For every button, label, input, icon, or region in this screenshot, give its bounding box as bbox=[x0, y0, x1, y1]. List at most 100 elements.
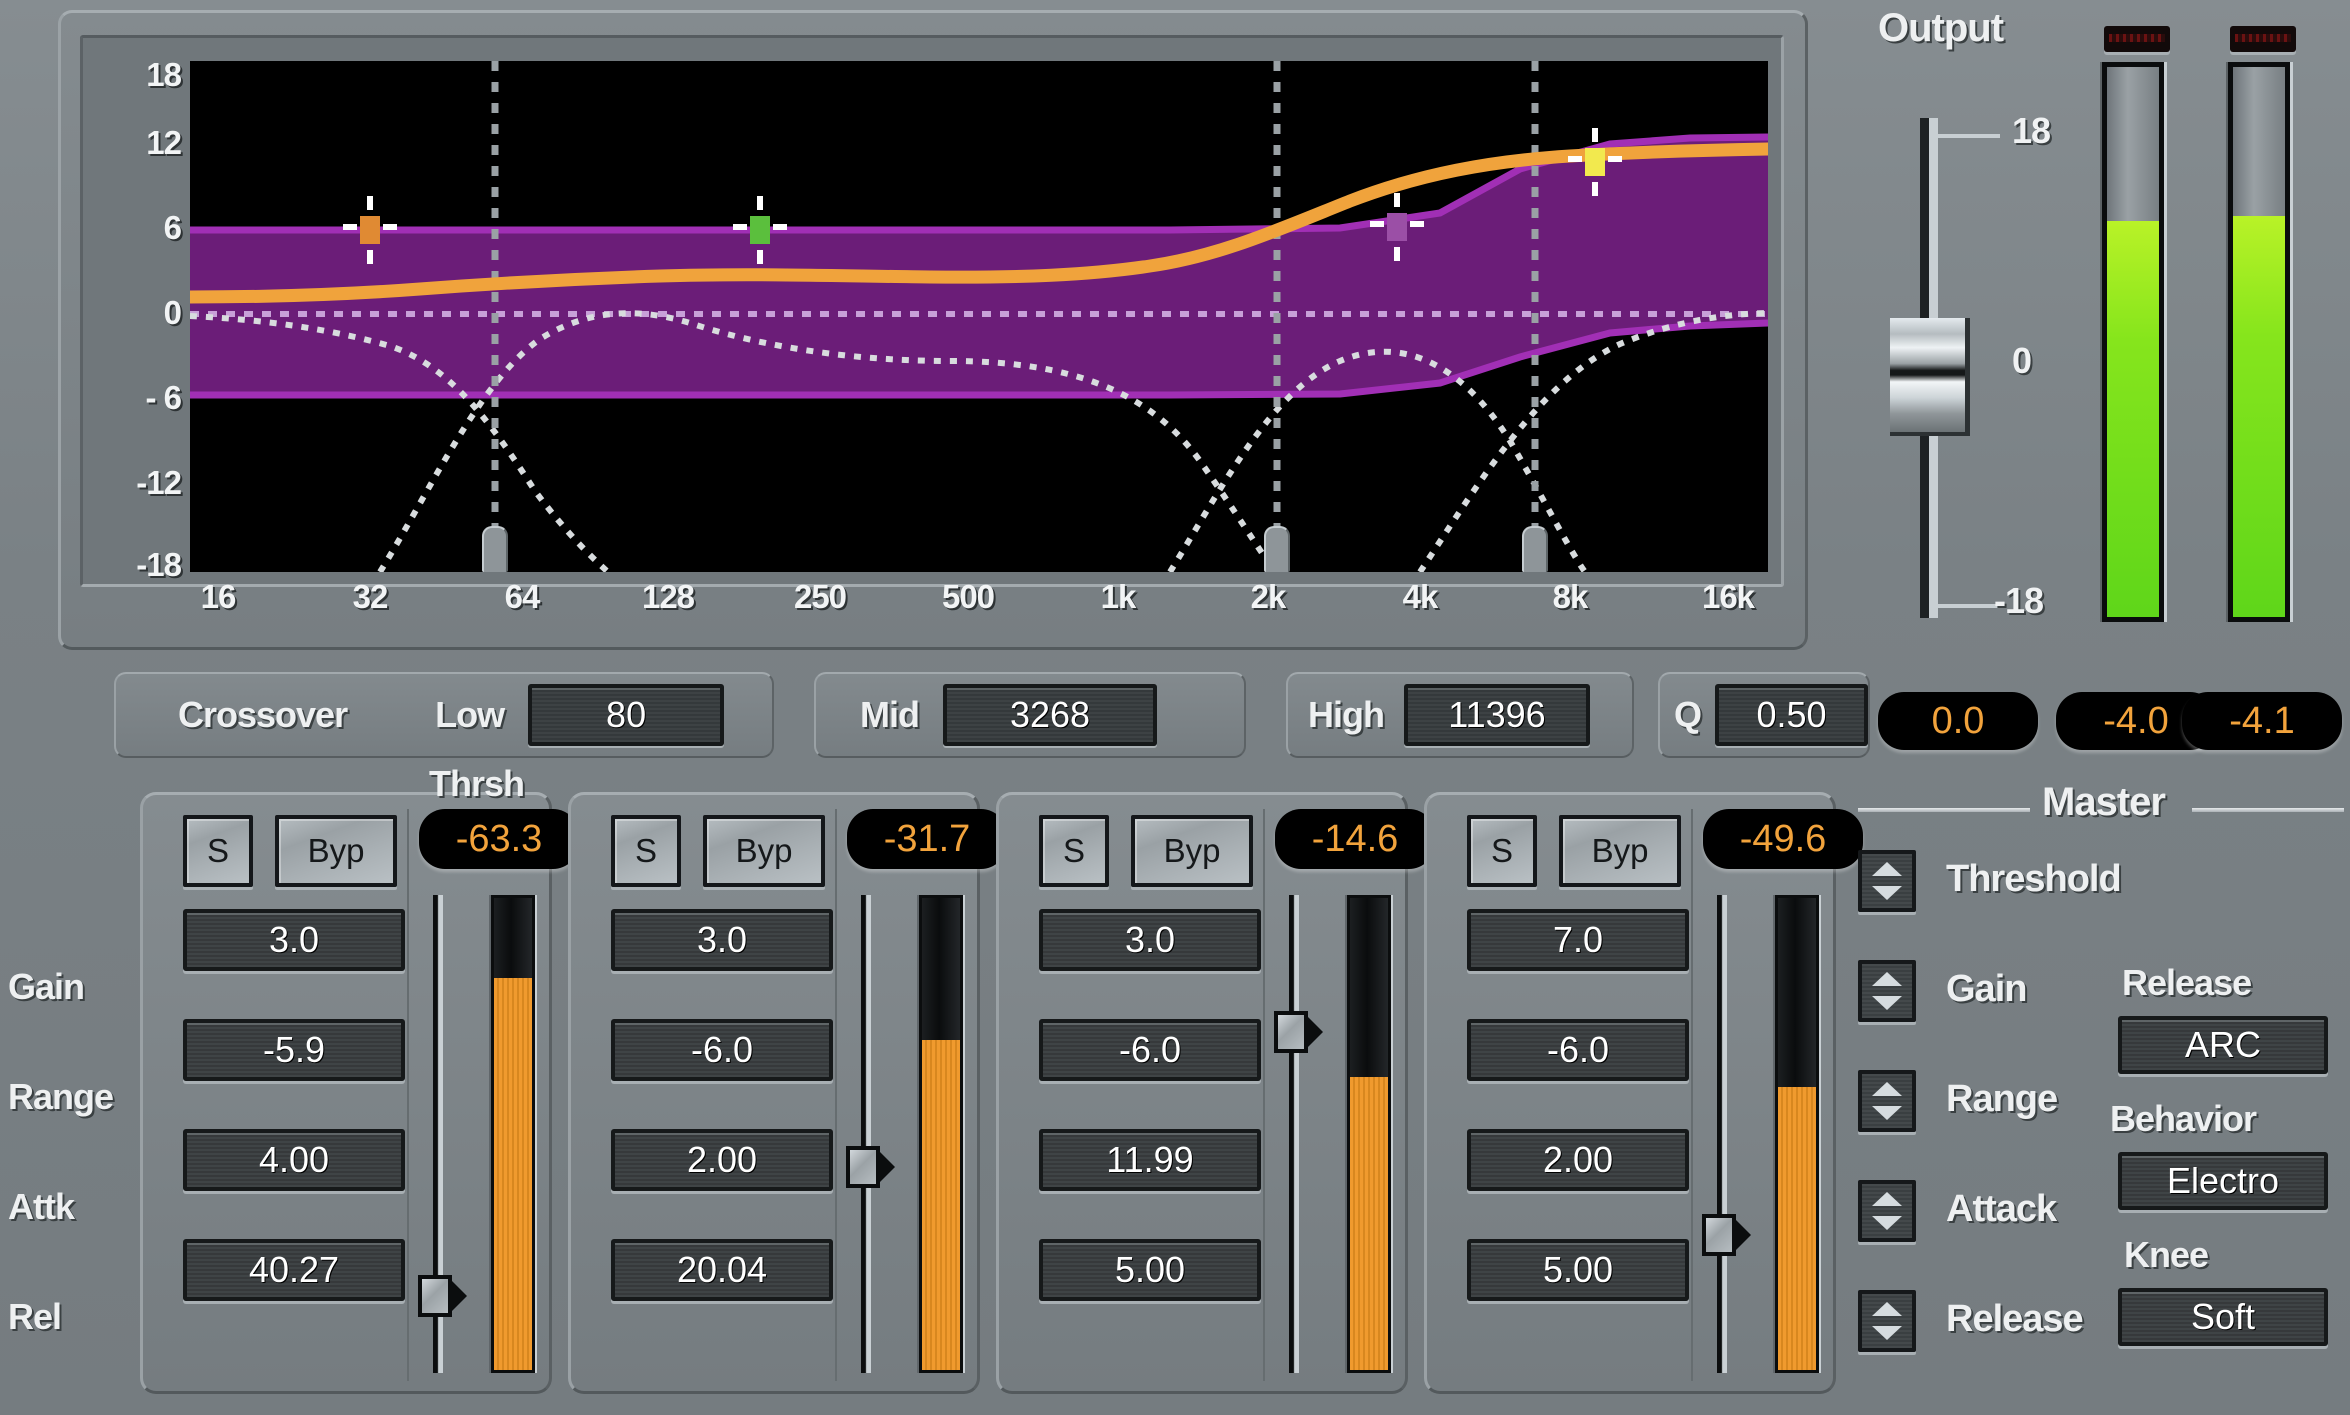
crossover-mid-value[interactable]: 3268 bbox=[942, 684, 1157, 746]
master-range-spinner[interactable] bbox=[1858, 1070, 1916, 1132]
band-3-gain-value[interactable]: 3.0 bbox=[1039, 909, 1261, 971]
meter-left-fill bbox=[2107, 221, 2159, 617]
band-4-solo-button[interactable]: S bbox=[1467, 815, 1537, 887]
band-2-range-value[interactable]: -6.0 bbox=[611, 1019, 833, 1081]
output-fader-thumb[interactable] bbox=[1890, 318, 1970, 436]
band-2-bypass-button[interactable]: Byp bbox=[703, 815, 825, 887]
knee-select[interactable]: Soft bbox=[2118, 1288, 2328, 1346]
band-4-bypass-button[interactable]: Byp bbox=[1559, 815, 1681, 887]
chevron-down-icon bbox=[1872, 1326, 1902, 1340]
node-tick-left bbox=[1568, 156, 1582, 162]
chevron-down-icon bbox=[1872, 996, 1902, 1010]
band-1-release-value[interactable]: 40.27 bbox=[183, 1239, 405, 1301]
band-3-solo-button[interactable]: S bbox=[1039, 815, 1109, 887]
crossover-low-value[interactable]: 80 bbox=[528, 684, 725, 746]
slider-thumb-pointer bbox=[1306, 1015, 1323, 1049]
output-section-title: Output bbox=[1878, 6, 2004, 50]
master-attack-spinner[interactable] bbox=[1858, 1180, 1916, 1242]
x-tick-16k: 16k bbox=[1701, 578, 1755, 615]
x-tick-2k: 2k bbox=[1250, 578, 1287, 615]
band-2-attack-value[interactable]: 2.00 bbox=[611, 1129, 833, 1191]
slider-thumb-pointer bbox=[450, 1279, 467, 1313]
master-label-threshold: Threshold bbox=[1946, 858, 2122, 900]
crossover-high-value[interactable]: 11396 bbox=[1403, 684, 1590, 746]
output-scale-tick-bottom bbox=[1938, 604, 2000, 608]
output-fader-readout[interactable]: 0.0 bbox=[1878, 692, 2038, 750]
band-1-threshold-readout[interactable]: -63.3 bbox=[419, 809, 579, 869]
band-2-gain-reduction-meter bbox=[919, 895, 963, 1373]
band-3-gain-reduction-meter bbox=[1347, 895, 1391, 1373]
band-1-bypass-button[interactable]: Byp bbox=[275, 815, 397, 887]
band-1-solo-button[interactable]: S bbox=[183, 815, 253, 887]
crossover-q-value[interactable]: 0.50 bbox=[1715, 684, 1868, 746]
behavior-caption: Behavior bbox=[2110, 1098, 2257, 1139]
eq-plot-area[interactable] bbox=[190, 61, 1768, 572]
node-tick-up bbox=[1592, 128, 1598, 142]
node-tick-right bbox=[773, 224, 787, 230]
row-label-rel: Rel bbox=[8, 1296, 62, 1337]
meter-empty bbox=[1350, 898, 1388, 1078]
chevron-down-icon bbox=[1872, 886, 1902, 900]
master-rule-left bbox=[1858, 808, 2030, 812]
band-3-threshold-slider-track[interactable] bbox=[1289, 895, 1299, 1373]
node-tick-right bbox=[1410, 221, 1424, 227]
band-2-threshold-slider-thumb[interactable] bbox=[846, 1146, 895, 1188]
release-mode-select[interactable]: ARC bbox=[2118, 1016, 2328, 1074]
frequency-graph-panel: 18 12 6 0 - 6 -12 -18 16 32 64 128 250 5… bbox=[58, 10, 1808, 650]
master-label-gain: Gain bbox=[1946, 968, 2027, 1010]
master-release-spinner[interactable] bbox=[1858, 1290, 1916, 1352]
band-panel-4: S Byp 7.0 -6.0 2.00 5.00 -49.6 bbox=[1424, 792, 1863, 1394]
band-node-high-mid[interactable] bbox=[1370, 193, 1424, 261]
crossover-q-label: Q bbox=[1674, 694, 1702, 735]
crossover-group-high: High 11396 bbox=[1286, 672, 1634, 758]
band-3-range-value[interactable]: -6.0 bbox=[1039, 1019, 1261, 1081]
band-3-attack-value[interactable]: 11.99 bbox=[1039, 1129, 1261, 1191]
node-tick-left bbox=[733, 224, 747, 230]
chevron-up-icon bbox=[1872, 1082, 1902, 1096]
slider-thumb-pointer bbox=[1734, 1218, 1751, 1252]
band-3-bypass-button[interactable]: Byp bbox=[1131, 815, 1253, 887]
band-4-gain-value[interactable]: 7.0 bbox=[1467, 909, 1689, 971]
crossover-handle-low[interactable] bbox=[482, 526, 508, 572]
behavior-select[interactable]: Electro bbox=[2118, 1152, 2328, 1210]
band-1-threshold-slider-thumb[interactable] bbox=[418, 1275, 467, 1317]
band-4-release-value[interactable]: 5.00 bbox=[1467, 1239, 1689, 1301]
band-3-release-value[interactable]: 5.00 bbox=[1039, 1239, 1261, 1301]
band-4-range-value[interactable]: -6.0 bbox=[1467, 1019, 1689, 1081]
band-node-low-square bbox=[360, 216, 380, 244]
band-node-high-mid-square bbox=[1387, 213, 1407, 241]
band-2-threshold-readout[interactable]: -31.7 bbox=[847, 809, 1007, 869]
eq-curve-svg bbox=[190, 61, 1768, 572]
master-threshold-spinner[interactable] bbox=[1858, 850, 1916, 912]
output-meter-right-readout[interactable]: -4.1 bbox=[2182, 692, 2342, 750]
chevron-up-icon bbox=[1872, 972, 1902, 986]
band-2-solo-button[interactable]: S bbox=[611, 815, 681, 887]
crossover-handle-high[interactable] bbox=[1522, 526, 1548, 572]
band-2-release-value[interactable]: 20.04 bbox=[611, 1239, 833, 1301]
band-2-gain-value[interactable]: 3.0 bbox=[611, 909, 833, 971]
band-1-range-value[interactable]: -5.9 bbox=[183, 1019, 405, 1081]
band-1-gain-value[interactable]: 3.0 bbox=[183, 909, 405, 971]
node-tick-up bbox=[367, 196, 373, 210]
output-clip-led-right[interactable] bbox=[2230, 26, 2296, 52]
band-2-threshold-slider-track[interactable] bbox=[861, 895, 871, 1373]
master-gain-spinner[interactable] bbox=[1858, 960, 1916, 1022]
slider-thumb-body bbox=[846, 1146, 880, 1188]
band-4-threshold-slider-thumb[interactable] bbox=[1702, 1214, 1751, 1256]
band-3-threshold-readout[interactable]: -14.6 bbox=[1275, 809, 1435, 869]
chevron-up-icon bbox=[1872, 862, 1902, 876]
node-tick-left bbox=[1370, 221, 1384, 227]
output-clip-led-left[interactable] bbox=[2104, 26, 2170, 52]
band-4-threshold-readout[interactable]: -49.6 bbox=[1703, 809, 1863, 869]
band-1-attack-value[interactable]: 4.00 bbox=[183, 1129, 405, 1191]
band-node-high[interactable] bbox=[1568, 128, 1622, 196]
node-tick-up bbox=[757, 196, 763, 210]
crossover-handle-mid[interactable] bbox=[1264, 526, 1290, 572]
band-4-attack-value[interactable]: 2.00 bbox=[1467, 1129, 1689, 1191]
slider-thumb-body bbox=[1274, 1011, 1308, 1053]
band-3-threshold-slider-thumb[interactable] bbox=[1274, 1011, 1323, 1053]
band-node-low-mid[interactable] bbox=[733, 196, 787, 264]
band-4-threshold-slider-track[interactable] bbox=[1717, 895, 1727, 1373]
band-node-low[interactable] bbox=[343, 196, 397, 264]
chevron-up-icon bbox=[1872, 1302, 1902, 1316]
